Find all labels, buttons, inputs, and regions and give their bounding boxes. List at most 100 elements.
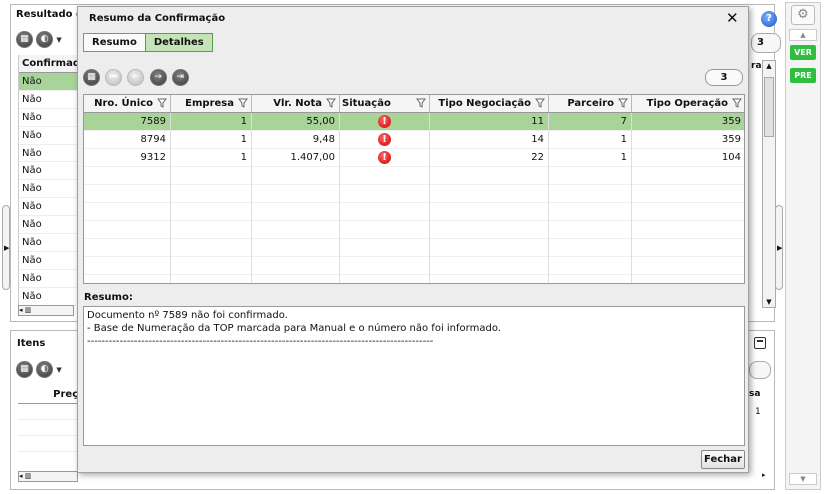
cell-parceiro: 1 bbox=[549, 131, 632, 149]
scroll-thumb[interactable] bbox=[764, 77, 774, 137]
items-horizontal-scrollbar[interactable]: ◂ ▥ bbox=[18, 471, 78, 482]
filter-icon[interactable] bbox=[238, 98, 248, 108]
list-item[interactable]: Não bbox=[19, 73, 85, 91]
ver-button[interactable]: VER bbox=[790, 45, 816, 60]
dialog-title: Resumo da Confirmação bbox=[89, 13, 226, 24]
column-header-tipo-negociacao[interactable]: Tipo Negociação bbox=[430, 95, 549, 112]
list-item[interactable]: Não bbox=[19, 109, 85, 127]
scroll-up-icon[interactable]: ▲ bbox=[789, 29, 817, 41]
list-item[interactable]: Não bbox=[19, 234, 85, 252]
table-row[interactable] bbox=[84, 257, 744, 275]
filter-icon[interactable] bbox=[326, 98, 336, 108]
tab-resumo[interactable]: Resumo bbox=[83, 33, 146, 52]
empty-cell bbox=[430, 221, 549, 239]
chevron-down-icon[interactable]: ▼ bbox=[56, 366, 61, 374]
grid-config-icon[interactable]: ▦ bbox=[16, 361, 33, 378]
empty-cell bbox=[632, 221, 744, 239]
empty-cell bbox=[340, 275, 430, 283]
list-item[interactable]: Não bbox=[19, 216, 85, 235]
table-row[interactable]: 7589 1 55,00! 11 7 359 bbox=[84, 113, 744, 131]
grid-config-icon[interactable]: ▦ bbox=[83, 69, 100, 86]
scroll-right-icon[interactable]: ▸ bbox=[762, 471, 774, 483]
results-horizontal-scrollbar[interactable]: ◂ ▥ bbox=[18, 305, 74, 316]
help-icon[interactable]: ? bbox=[761, 11, 777, 27]
empty-cell bbox=[340, 221, 430, 239]
last-page-icon[interactable]: ⇥ bbox=[171, 69, 189, 86]
column-header-parceiro[interactable]: Parceiro bbox=[549, 95, 632, 112]
results-toolbar: ▦ ◐ ▼ bbox=[16, 31, 62, 49]
scroll-down-icon[interactable]: ▼ bbox=[789, 473, 817, 485]
list-item[interactable]: Não bbox=[19, 91, 85, 109]
filter-icon[interactable] bbox=[535, 98, 545, 108]
grid-header-row: Nro. Único Empresa Vlr. Nota Situação Tipo N… bbox=[84, 95, 744, 113]
list-item[interactable]: Não bbox=[19, 198, 85, 217]
options-icon[interactable]: ◐ bbox=[36, 31, 54, 48]
empty-cell bbox=[549, 185, 632, 203]
table-row[interactable]: 9312 1 1.407,00! 22 1 104 bbox=[84, 149, 744, 167]
list-item[interactable]: Não bbox=[19, 145, 85, 163]
results-vertical-scrollbar[interactable]: ▲ ▼ bbox=[762, 60, 776, 308]
list-item[interactable]: Não bbox=[19, 127, 85, 145]
table-row[interactable] bbox=[84, 221, 744, 239]
column-header-label: Nro. Único bbox=[94, 98, 153, 109]
empty-cell bbox=[171, 167, 252, 185]
warning-icon: ! bbox=[378, 115, 391, 128]
pre-button[interactable]: PRE bbox=[790, 68, 816, 83]
column-header-nro-unico[interactable]: Nro. Único bbox=[84, 95, 171, 112]
maximize-icon[interactable] bbox=[754, 337, 766, 349]
tab-detalhes[interactable]: Detalhes bbox=[144, 33, 213, 52]
scroll-up-icon[interactable]: ▲ bbox=[763, 62, 775, 70]
empty-cell bbox=[430, 275, 549, 283]
gear-icon[interactable]: ⚙ bbox=[791, 5, 815, 25]
column-header-tipo-operacao[interactable]: Tipo Operação bbox=[632, 95, 744, 112]
left-panel-toggle[interactable]: ▶ bbox=[2, 205, 10, 290]
list-item[interactable]: Não bbox=[19, 180, 85, 199]
cell-tipo-negociacao: 11 bbox=[430, 113, 549, 131]
next-page-icon[interactable]: → bbox=[149, 69, 167, 86]
list-item[interactable]: Não bbox=[19, 162, 85, 181]
filter-icon[interactable] bbox=[732, 98, 742, 108]
empty-cell bbox=[632, 185, 744, 203]
action-bar: ⚙ ▲ VER PRE ▼ bbox=[785, 2, 821, 490]
options-icon[interactable]: ◐ bbox=[36, 361, 54, 378]
cell-tipo-negociacao: 14 bbox=[430, 131, 549, 149]
column-header-empresa[interactable]: Empresa bbox=[171, 95, 252, 112]
chevron-down-icon[interactable]: ▼ bbox=[56, 36, 61, 44]
cell-vlr-nota: 9,48 bbox=[252, 131, 340, 149]
table-row[interactable] bbox=[84, 203, 744, 221]
empty-cell bbox=[549, 167, 632, 185]
empty-cell bbox=[252, 257, 340, 275]
empty-cell bbox=[340, 203, 430, 221]
column-header-situacao[interactable]: Situação bbox=[340, 95, 430, 112]
empty-cell bbox=[632, 203, 744, 221]
table-row[interactable] bbox=[84, 185, 744, 203]
table-row[interactable] bbox=[84, 275, 744, 283]
close-icon[interactable]: ✕ bbox=[726, 10, 739, 26]
items-panel-title: Itens bbox=[17, 338, 46, 349]
close-button[interactable]: Fechar bbox=[701, 450, 745, 469]
warning-icon: ! bbox=[378, 151, 391, 164]
empty-cell bbox=[84, 203, 171, 221]
column-header-vlr-nota[interactable]: Vlr. Nota bbox=[252, 95, 340, 112]
empty-cell bbox=[340, 185, 430, 203]
list-item[interactable]: Não bbox=[19, 252, 85, 270]
empty-cell bbox=[84, 167, 171, 185]
column-header-label: Situação bbox=[342, 98, 391, 109]
cell-vlr-nota: 55,00 bbox=[252, 113, 340, 131]
table-row[interactable] bbox=[84, 167, 744, 185]
table-row[interactable]: 8794 1 9,48! 14 1 359 bbox=[84, 131, 744, 149]
filter-icon[interactable] bbox=[157, 98, 167, 108]
empty-cell bbox=[549, 257, 632, 275]
cell-parceiro: 1 bbox=[549, 149, 632, 167]
results-column-header[interactable]: Confirmada bbox=[19, 55, 85, 73]
scroll-down-icon[interactable]: ▼ bbox=[763, 298, 775, 306]
right-panel-toggle[interactable]: ▶ bbox=[775, 205, 783, 290]
list-item[interactable]: Não bbox=[19, 288, 85, 306]
table-row[interactable] bbox=[84, 239, 744, 257]
list-item[interactable]: Não bbox=[19, 270, 85, 288]
summary-text-area[interactable]: Documento nº 7589 não foi confirmado. - … bbox=[83, 306, 745, 446]
grid-config-icon[interactable]: ▦ bbox=[16, 31, 33, 48]
filter-icon[interactable] bbox=[618, 98, 628, 108]
filter-icon[interactable] bbox=[416, 98, 426, 108]
items-column-header-right: sa bbox=[749, 389, 761, 399]
